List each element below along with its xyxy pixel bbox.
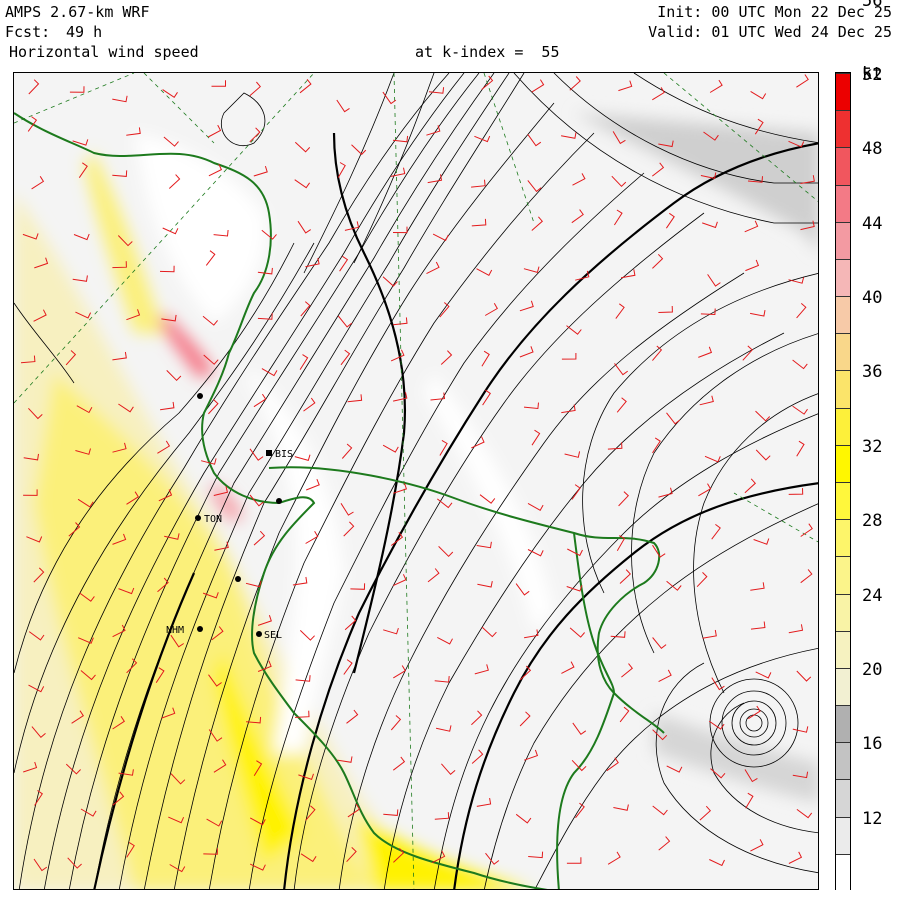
level-label: at k-index = 55 [415, 43, 560, 61]
color-bar-tick-label: 56 [862, 0, 883, 11]
color-bar-segment [836, 705, 850, 743]
field-name: Horizontal wind speed [9, 43, 199, 61]
color-bar-tick-label: 44 [862, 213, 883, 234]
color-bar-segment [836, 779, 850, 817]
color-bar-unit: kt [862, 64, 883, 84]
color-bar-tick-label: 16 [862, 734, 883, 755]
color-bar-segment [836, 667, 850, 706]
color-bar-segment [836, 296, 850, 334]
model-title: AMPS 2.67-km WRF [5, 3, 150, 21]
color-bar-segment [836, 147, 850, 185]
color-bar-tick-label: 32 [862, 436, 883, 457]
color-bar-segment [836, 370, 850, 408]
color-bar-segment [836, 184, 850, 222]
color-bar-segment [836, 258, 850, 297]
color-bar-tick-label: 36 [862, 362, 883, 383]
color-bar-tick-label: 28 [862, 511, 883, 532]
color-bar [835, 72, 851, 891]
station-label-sel: SEL [264, 630, 282, 641]
color-bar-segment [836, 593, 850, 631]
color-bar-tick-label: 12 [862, 808, 883, 829]
station-label-bis: BIS [275, 449, 293, 460]
map-canvas: BIS TON NHM SEL [14, 73, 818, 889]
color-bar-segment [836, 407, 850, 445]
color-bar-segment [836, 519, 850, 557]
wind-speed-map: BIS TON NHM SEL [13, 72, 819, 890]
color-bar-segment [836, 221, 850, 259]
forecast-label: Fcst: [5, 23, 51, 41]
color-bar-tick-label: 40 [862, 288, 883, 309]
color-bar-segment [836, 630, 850, 668]
color-bar-segment [836, 816, 850, 854]
color-bar-segment [836, 110, 850, 148]
color-bar-segment [836, 556, 850, 594]
color-bar-tick-label: 48 [862, 139, 883, 160]
init-time: Init: 00 UTC Mon 22 Dec 25 [657, 3, 892, 21]
color-bar-tick-label: 24 [862, 585, 883, 606]
color-bar-segment [836, 444, 850, 482]
color-bar-tick-label: 20 [862, 659, 883, 680]
station-label-ton: TON [204, 514, 222, 525]
valid-time: Valid: 01 UTC Wed 24 Dec 25 [648, 23, 892, 41]
color-bar-segment [836, 73, 850, 111]
color-bar-segment [836, 742, 850, 780]
color-bar-segment [836, 482, 850, 520]
color-bar-segment [836, 333, 850, 371]
forecast-hour: 49 h [66, 23, 103, 41]
station-label-nhm: NHM [166, 625, 184, 636]
color-bar-segment [836, 853, 850, 891]
